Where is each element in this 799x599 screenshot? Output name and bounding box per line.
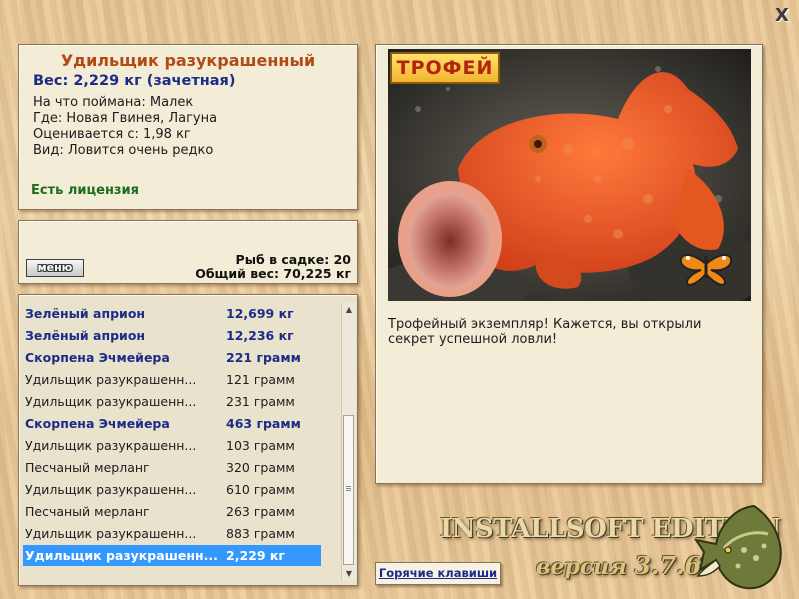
list-item[interactable]: Песчаный мерланг 320 грамм [23, 457, 321, 478]
fish-weight: Вес: 2,229 кг (зачетная) [33, 73, 236, 89]
list-item-name: Удильщик разукрашенн... [25, 526, 197, 541]
list-item-weight: 463 грамм [226, 416, 301, 431]
list-item-weight: 610 грамм [226, 482, 295, 497]
trophy-badge: ТРОФЕЙ [390, 52, 500, 84]
scroll-down-icon[interactable]: ▼ [342, 567, 356, 581]
list-item[interactable]: Зелёный априон 12,236 кг [23, 325, 321, 346]
list-item-name: Удильщик разукрашенн... [25, 394, 197, 409]
list-scrollbar[interactable]: ▲ ▼ [341, 303, 356, 581]
trophy-description: Трофейный экземпляр! Кажется, вы открыли… [388, 317, 702, 347]
list-item-weight: 103 грамм [226, 438, 295, 453]
list-item-weight: 12,236 кг [226, 328, 294, 343]
list-item-name: Удильщик разукрашенн... [25, 372, 197, 387]
list-item-weight: 320 грамм [226, 460, 295, 475]
list-item[interactable]: Удильщик разукрашенн... 121 грамм [23, 369, 321, 390]
list-item-weight: 121 грамм [226, 372, 295, 387]
fish-photo: ТРОФЕЙ [388, 49, 751, 301]
fish-info-panel: Удильщик разукрашенный Вес: 2,229 кг (за… [18, 44, 358, 210]
location-info: Где: Новая Гвинея, Лагуна [33, 111, 218, 126]
list-item[interactable]: Удильщик разукрашенн... 103 грамм [23, 435, 321, 456]
rarity-info: Вид: Ловится очень редко [33, 143, 214, 158]
list-item-name: Удильщик разукрашенн... [25, 548, 218, 563]
list-item-name: Удильщик разукрашенн... [25, 438, 197, 453]
trophy-viewer-panel: ТРОФЕЙ Трофейный экземпляр! Кажется, вы … [375, 44, 763, 484]
list-item[interactable]: Песчаный мерланг 263 грамм [23, 501, 321, 522]
version-label: версия [536, 554, 627, 580]
list-item-weight: 263 грамм [226, 504, 295, 519]
scroll-up-icon[interactable]: ▲ [342, 303, 356, 317]
license-status: Есть лицензия [31, 183, 139, 198]
list-item-name: Зелёный априон [25, 328, 146, 343]
catch-list[interactable]: Зелёный априон 12,699 кг Зелёный априон … [18, 294, 358, 586]
list-item-name: Скорпена Эчмейера [25, 416, 170, 431]
list-item[interactable]: Скорпена Эчмейера 221 грамм [23, 347, 321, 368]
fish-count: Рыб в садке: 20 [235, 252, 351, 267]
version-text: версия 3.7.6 [536, 551, 701, 580]
list-item-selected[interactable]: Удильщик разукрашенн... 2,229 кг [23, 545, 321, 566]
frogfish-image [388, 49, 751, 301]
list-item-weight: 2,229 кг [226, 548, 285, 563]
list-item-name: Зелёный априон [25, 306, 146, 321]
list-item-name: Песчаный мерланг [25, 504, 150, 519]
list-item-weight: 12,699 кг [226, 306, 294, 321]
list-item-weight: 221 грамм [226, 350, 301, 365]
bait-info: На что поймана: Малек [33, 95, 194, 110]
version-number: 3.7.6 [634, 551, 702, 580]
list-item-name: Удильщик разукрашенн... [25, 482, 197, 497]
list-item-name: Песчаный мерланг [25, 460, 150, 475]
list-item[interactable]: Удильщик разукрашенн... 610 грамм [23, 479, 321, 500]
list-item-weight: 883 грамм [226, 526, 295, 541]
menu-button[interactable]: меню [26, 259, 84, 277]
min-value-info: Оценивается с: 1,98 кг [33, 127, 191, 142]
fish-name-title: Удильщик разукрашенный [60, 51, 316, 70]
list-item-name: Скорпена Эчмейера [25, 350, 170, 365]
keepnet-summary-panel: меню Рыб в садке: 20 Общий вес: 70,225 к… [18, 220, 358, 284]
list-item-weight: 231 грамм [226, 394, 295, 409]
list-item[interactable]: Зелёный априон 12,699 кг [23, 303, 321, 324]
list-item[interactable]: Удильщик разукрашенн... 883 грамм [23, 523, 321, 544]
total-weight: Общий вес: 70,225 кг [195, 266, 351, 281]
close-icon[interactable]: X [772, 6, 792, 26]
scrollbar-thumb[interactable] [343, 415, 354, 565]
list-item[interactable]: Удильщик разукрашенн... 231 грамм [23, 391, 321, 412]
pike-logo-icon [694, 504, 782, 590]
hotkeys-button[interactable]: Горячие клавиши [375, 562, 501, 585]
list-item[interactable]: Скорпена Эчмейера 463 грамм [23, 413, 321, 434]
